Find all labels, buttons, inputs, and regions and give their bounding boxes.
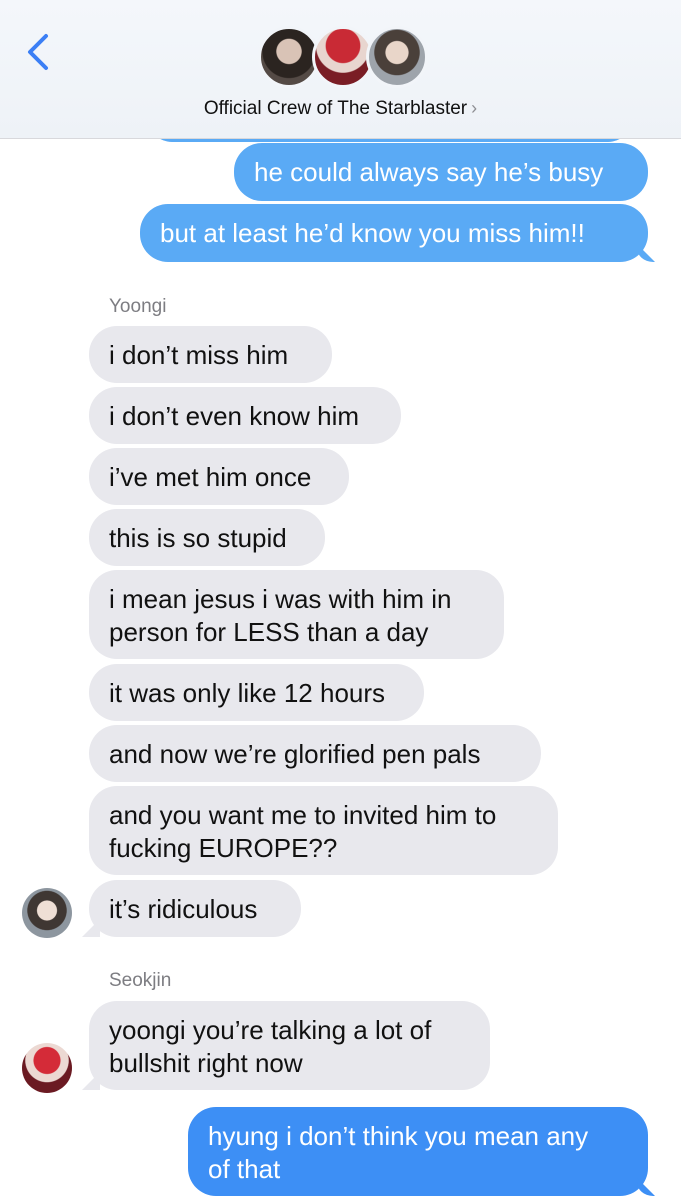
group-name: Official Crew of The Starblaster bbox=[203, 98, 468, 119]
avatar-seokjin[interactable] bbox=[22, 1043, 72, 1093]
group-avatars[interactable] bbox=[258, 26, 428, 90]
avatar bbox=[312, 26, 374, 88]
avatar bbox=[366, 26, 428, 88]
incoming-message[interactable]: i don’t even know him bbox=[89, 387, 401, 444]
outgoing-message[interactable]: hyung i don’t think you mean any of that bbox=[188, 1107, 648, 1196]
message-thread[interactable]: he could always say he’s busy but at lea… bbox=[0, 0, 681, 1200]
outgoing-message[interactable]: but at least he’d know you miss him!! bbox=[140, 204, 648, 262]
sender-name: Yoongi bbox=[109, 296, 167, 317]
avatar bbox=[258, 26, 320, 88]
incoming-message[interactable]: i’ve met him once bbox=[89, 448, 349, 505]
incoming-message[interactable]: and now we’re glorified pen pals bbox=[89, 725, 541, 782]
incoming-message[interactable]: it was only like 12 hours bbox=[89, 664, 424, 721]
sender-name: Seokjin bbox=[109, 970, 172, 991]
outgoing-message[interactable]: he could always say he’s busy bbox=[234, 143, 648, 201]
incoming-message[interactable]: and you want me to invited him to fuckin… bbox=[89, 786, 558, 875]
incoming-message[interactable]: yoongi you’re talking a lot of bullshit … bbox=[89, 1001, 490, 1090]
incoming-message[interactable]: i don’t miss him bbox=[89, 326, 332, 383]
chevron-right-icon: › bbox=[471, 98, 478, 118]
avatar-yoongi[interactable] bbox=[22, 888, 72, 938]
incoming-message[interactable]: it’s ridiculous bbox=[89, 880, 301, 937]
incoming-message[interactable]: i mean jesus i was with him in person fo… bbox=[89, 570, 504, 659]
conversation-header: Official Crew of The Starblaster › bbox=[0, 0, 681, 139]
group-title[interactable]: Official Crew of The Starblaster › bbox=[0, 98, 681, 120]
incoming-message[interactable]: this is so stupid bbox=[89, 509, 325, 566]
chevron-left-icon bbox=[28, 34, 48, 70]
back-button[interactable] bbox=[18, 30, 58, 74]
